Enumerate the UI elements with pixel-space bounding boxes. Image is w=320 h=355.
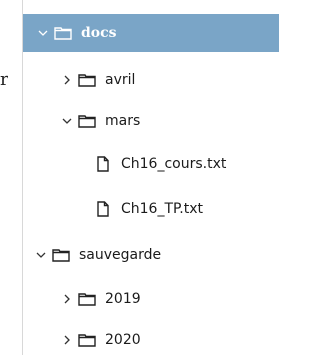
tree-item-ch16-cours[interactable]: Ch16_cours.txt xyxy=(23,145,320,183)
tree-item-docs[interactable]: docs xyxy=(23,14,279,52)
chevron-right-icon[interactable] xyxy=(61,73,73,87)
folder-icon xyxy=(77,291,97,307)
tree-item-mars[interactable]: mars xyxy=(23,102,303,140)
stray-text-fragment: r xyxy=(0,70,8,90)
tree-item-label: avril xyxy=(105,72,136,88)
chevron-down-icon[interactable] xyxy=(35,248,47,262)
chevron-down-icon[interactable] xyxy=(61,114,73,128)
tree-item-label: Ch16_TP.txt xyxy=(121,201,203,217)
chevron-right-icon[interactable] xyxy=(61,292,73,306)
tree-item-2020[interactable]: 2020 xyxy=(23,321,303,355)
tree-item-label: 2020 xyxy=(105,332,141,348)
folder-icon xyxy=(53,25,73,41)
folder-icon xyxy=(77,72,97,88)
tree-item-avril[interactable]: avril xyxy=(23,61,303,99)
tree-item-label: mars xyxy=(105,113,141,129)
tree-item-label: 2019 xyxy=(105,291,141,307)
tree-item-label: Ch16_cours.txt xyxy=(121,156,227,172)
tree-item-2019[interactable]: 2019 xyxy=(23,280,303,318)
tree-item-label: sauvegarde xyxy=(79,247,162,263)
tree-item-label: docs xyxy=(81,25,117,41)
file-icon xyxy=(93,156,113,172)
chevron-down-icon[interactable] xyxy=(37,26,49,40)
folder-icon xyxy=(51,247,71,263)
file-icon xyxy=(93,201,113,217)
file-tree: docs avril mars Ch16_cours.txt Ch16_TP.t… xyxy=(22,0,279,355)
folder-icon xyxy=(77,113,97,129)
folder-icon xyxy=(77,332,97,348)
tree-item-sauvegarde[interactable]: sauvegarde xyxy=(23,236,277,274)
tree-item-ch16-tp[interactable]: Ch16_TP.txt xyxy=(23,190,320,228)
chevron-right-icon[interactable] xyxy=(61,333,73,347)
